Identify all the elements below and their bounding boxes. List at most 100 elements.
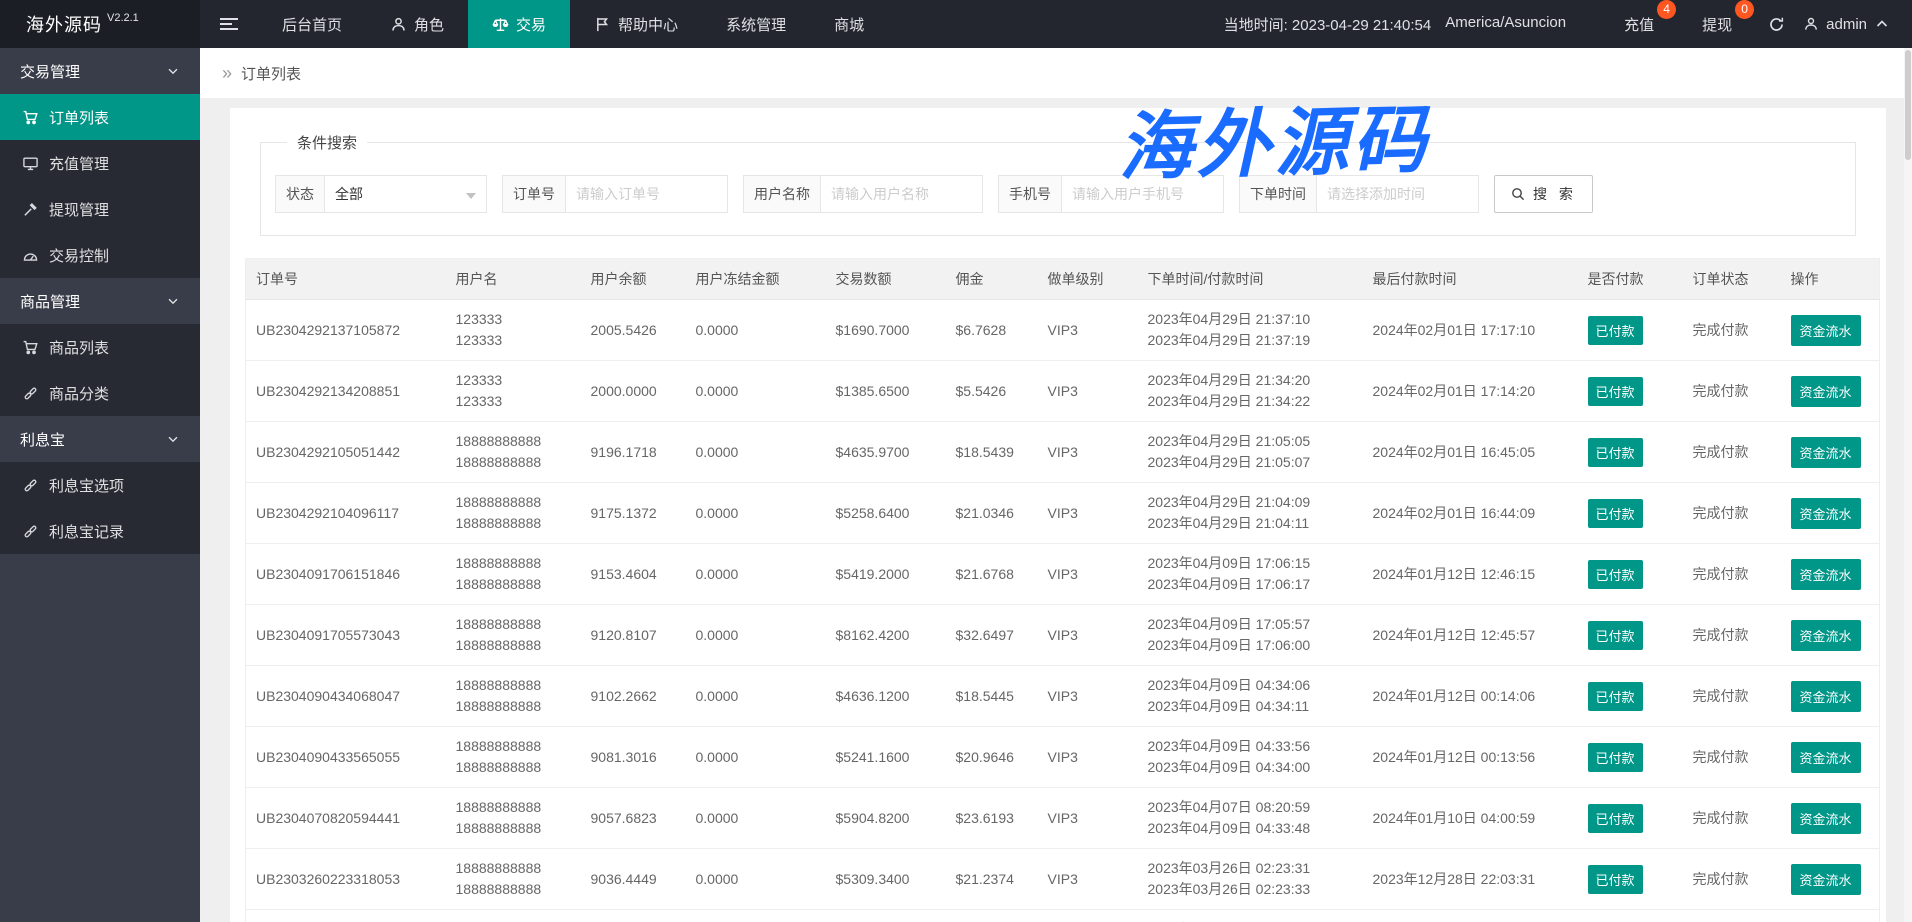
nav-label: 后台首页: [282, 14, 342, 35]
cell-times: 2023年04月29日 21:34:20 2023年04月29日 21:34:2…: [1138, 361, 1363, 422]
gauge-icon: [22, 247, 39, 264]
user-menu[interactable]: admin: [1803, 16, 1890, 33]
sidebar-item-recharge-mgmt[interactable]: 充值管理: [0, 140, 200, 186]
sidebar-item-trade-control[interactable]: 交易控制: [0, 232, 200, 278]
cell-actions: 资金流水: [1781, 544, 1880, 605]
cell-username: 123333 123333: [446, 361, 581, 422]
recharge-label: 充值: [1624, 17, 1654, 34]
username-line-2: 18888888888: [456, 452, 571, 473]
sidebar-item-label: 商品列表: [49, 337, 109, 358]
username-input[interactable]: [820, 175, 983, 213]
cell-balance: 9175.1372: [581, 483, 686, 544]
username-line-2: 18888888888: [456, 818, 571, 839]
fund-flow-button[interactable]: 资金流水: [1791, 376, 1861, 407]
sidebar-group-trade-header[interactable]: 交易管理: [0, 48, 200, 94]
link-icon: [22, 477, 39, 494]
cell-times: 2023年04月07日 08:20:59 2023年04月09日 04:33:4…: [1138, 788, 1363, 849]
fund-flow-button[interactable]: 资金流水: [1791, 742, 1861, 773]
fund-flow-button[interactable]: 资金流水: [1791, 559, 1861, 590]
cell-balance: 9057.6823: [581, 788, 686, 849]
cell-order-status: 完成付款: [1683, 849, 1781, 910]
sidebar-item-goods-list[interactable]: 商品列表: [0, 324, 200, 370]
fund-flow-button[interactable]: 资金流水: [1791, 681, 1861, 712]
cell-frozen: 0.0000: [686, 727, 826, 788]
cell-commission: $21.0551: [946, 910, 1038, 922]
nav-item-mall[interactable]: 商城: [810, 0, 888, 48]
recharge-button[interactable]: 充值 4: [1614, 14, 1664, 35]
status-label: 状态: [275, 175, 324, 213]
cell-last-paid: 2024年01月12日 00:13:56: [1363, 727, 1578, 788]
table-row: UB2304090434068047 18888888888 188888888…: [246, 666, 1880, 727]
fund-flow-button[interactable]: 资金流水: [1791, 498, 1861, 529]
cell-last-paid: 2023年12月28日 22:03:31: [1363, 849, 1578, 910]
nav-item-trade[interactable]: 交易: [468, 0, 570, 48]
username-line-2: 18888888888: [456, 879, 571, 900]
paid-status-badge: 已付款: [1588, 316, 1643, 345]
chevron-up-icon: [1874, 16, 1890, 32]
search-legend: 条件搜索: [287, 132, 367, 153]
sidebar-item-interest-records[interactable]: 利息宝记录: [0, 508, 200, 554]
sidebar-group-interest-header[interactable]: 利息宝: [0, 416, 200, 462]
nav-item-system[interactable]: 系统管理: [702, 0, 810, 48]
username-line-2: 123333: [456, 330, 571, 351]
sidebar-group-goods-header[interactable]: 商品管理: [0, 278, 200, 324]
cell-balance: 9196.1718: [581, 422, 686, 483]
nav-item-roles[interactable]: 角色: [366, 0, 468, 48]
nav-label: 商城: [834, 14, 864, 35]
order-time-input[interactable]: [1316, 175, 1479, 213]
cell-order-no: UB2304090433565055: [246, 727, 446, 788]
fund-flow-button[interactable]: 资金流水: [1791, 437, 1861, 468]
search-button[interactable]: 搜 索: [1494, 175, 1593, 213]
cell-commission: $23.6193: [946, 788, 1038, 849]
username-line-1: 18888888888: [456, 858, 571, 879]
withdraw-label: 提现: [1702, 17, 1732, 34]
fund-flow-button[interactable]: 资金流水: [1791, 803, 1861, 834]
menu-toggle-button[interactable]: [200, 0, 258, 48]
cell-balance: 9015.3898: [581, 910, 686, 922]
cell-paid: 已付款: [1578, 361, 1683, 422]
fund-flow-button[interactable]: 资金流水: [1791, 315, 1861, 346]
status-select[interactable]: 全部: [324, 175, 487, 213]
cell-actions: 资金流水: [1781, 422, 1880, 483]
phone-input[interactable]: [1061, 175, 1224, 213]
order-time-label: 下单时间: [1239, 175, 1316, 213]
fund-flow-button[interactable]: 资金流水: [1791, 620, 1861, 651]
scales-icon: [492, 16, 509, 33]
nav-item-help-center[interactable]: 帮助中心: [570, 0, 702, 48]
sidebar-item-goods-category[interactable]: 商品分类: [0, 370, 200, 416]
cell-amount: $1385.6500: [826, 361, 946, 422]
order-time: 2023年04月09日 04:33:56: [1148, 736, 1353, 757]
sidebar-item-interest-options[interactable]: 利息宝选项: [0, 462, 200, 508]
col-username: 用户名: [446, 259, 581, 300]
table-row: UB2304292104096117 18888888888 188888888…: [246, 483, 1880, 544]
scrollbar-track[interactable]: [1904, 48, 1912, 922]
cell-commission: $21.0346: [946, 483, 1038, 544]
refresh-button[interactable]: [1768, 16, 1785, 33]
app-logo: 海外源码 V2.2.1: [0, 0, 200, 48]
sidebar-item-order-list[interactable]: 订单列表: [0, 94, 200, 140]
nav-label: 帮助中心: [618, 14, 678, 35]
paid-status-badge: 已付款: [1588, 560, 1643, 589]
username-label: 用户名称: [743, 175, 820, 213]
scrollbar-thumb[interactable]: [1905, 50, 1911, 160]
col-status: 订单状态: [1683, 259, 1781, 300]
cell-commission: $32.6497: [946, 605, 1038, 666]
cell-actions: 资金流水: [1781, 910, 1880, 922]
nav-item-dashboard[interactable]: 后台首页: [258, 0, 366, 48]
cell-times: 2023年04月29日 21:04:09 2023年04月29日 21:04:1…: [1138, 483, 1363, 544]
nav-label: 系统管理: [726, 14, 786, 35]
cell-commission: $18.5445: [946, 666, 1038, 727]
cell-amount: $4635.9700: [826, 422, 946, 483]
withdraw-button[interactable]: 提现 0: [1692, 14, 1742, 35]
cell-username: 18888888888 18888888888: [446, 727, 581, 788]
sidebar-item-withdraw-mgmt[interactable]: 提现管理: [0, 186, 200, 232]
status-field: 状态 全部: [275, 175, 487, 213]
order-time: 2023年04月29日 21:37:10: [1148, 309, 1353, 330]
pay-time: 2023年04月09日 17:06:00: [1148, 635, 1353, 656]
order-no-input[interactable]: [565, 175, 728, 213]
sidebar-group-trade-items: 订单列表 充值管理 提现管理 交易控制: [0, 94, 200, 278]
cell-frozen: 0.0000: [686, 788, 826, 849]
fund-flow-button[interactable]: 资金流水: [1791, 864, 1861, 895]
table-header-row: 订单号 用户名 用户余额 用户冻结金额 交易数额 佣金 做单级别 下单时间/付款…: [246, 259, 1880, 300]
order-time-field: 下单时间: [1239, 175, 1479, 213]
